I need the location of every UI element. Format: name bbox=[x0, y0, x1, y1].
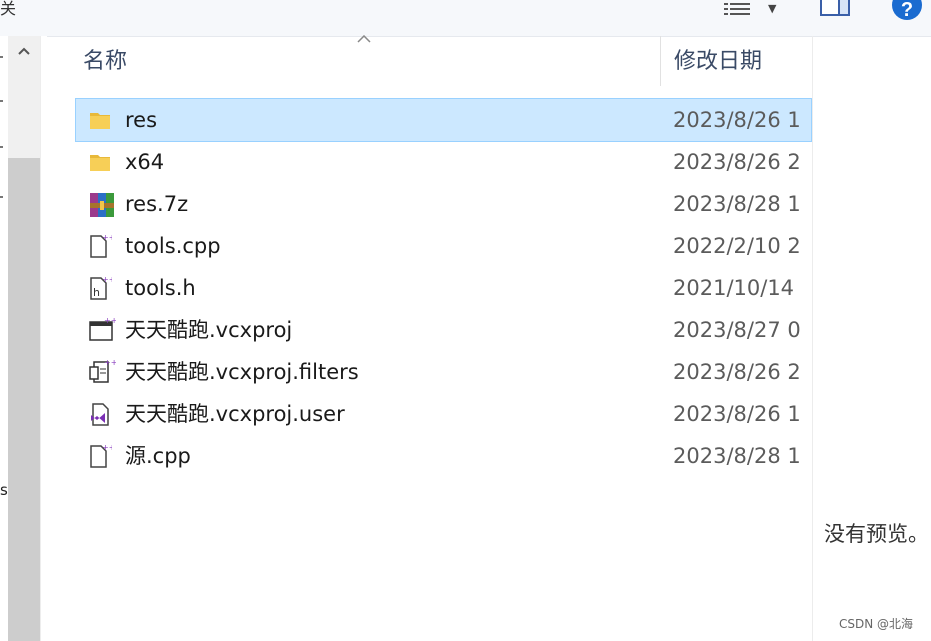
nav-item-fragment: s bbox=[0, 481, 8, 499]
file-name: res.7z bbox=[125, 192, 189, 216]
file-row[interactable]: ++ tools.cpp 2022/2/10 2 bbox=[76, 225, 811, 267]
view-dropdown-icon[interactable]: ▼ bbox=[768, 2, 776, 15]
file-row[interactable]: h++ tools.h 2021/10/14 bbox=[76, 267, 811, 309]
header-file-icon: h++ bbox=[88, 275, 115, 301]
file-row[interactable]: x64 2023/8/26 2 bbox=[76, 141, 811, 183]
file-list: res 2023/8/26 1 x64 2023/8/26 2 res.7z 2023/8… bbox=[75, 98, 812, 477]
help-icon[interactable]: ? bbox=[892, 0, 922, 21]
archive-icon bbox=[88, 191, 114, 217]
nav-scrollbar[interactable] bbox=[8, 36, 40, 641]
toolbar: 关 ▼ ? bbox=[0, 0, 931, 37]
file-modified-date: 2023/8/26 2 bbox=[673, 150, 801, 174]
file-name: 源.cpp bbox=[125, 444, 191, 468]
svg-text:++: ++ bbox=[102, 443, 112, 452]
file-name: tools.cpp bbox=[125, 234, 221, 258]
nav-tick bbox=[0, 56, 3, 58]
preview-empty-text: 没有预览。 bbox=[824, 522, 929, 546]
column-divider[interactable] bbox=[660, 36, 661, 86]
file-name: tools.h bbox=[125, 276, 196, 300]
preview-pane-divider bbox=[812, 36, 813, 641]
folder-icon bbox=[88, 149, 112, 175]
column-header-row: 名称 修改日期 bbox=[46, 34, 812, 90]
folder-icon bbox=[88, 107, 112, 133]
nav-tick bbox=[0, 100, 3, 102]
filters-file-icon: ++ bbox=[88, 358, 117, 385]
nav-tick bbox=[0, 146, 3, 148]
view-details-icon[interactable] bbox=[724, 1, 752, 21]
file-name: 天天酷跑.vcxproj bbox=[125, 318, 293, 342]
svg-text:++: ++ bbox=[102, 275, 112, 284]
file-modified-date: 2023/8/26 2 bbox=[673, 360, 801, 384]
file-modified-date: 2023/8/26 1 bbox=[673, 108, 801, 132]
cpp-file-icon: ++ bbox=[88, 443, 115, 469]
column-header-modified[interactable]: 修改日期 bbox=[674, 48, 762, 76]
svg-text:++: ++ bbox=[102, 233, 112, 242]
file-modified-date: 2023/8/28 1 bbox=[673, 444, 801, 468]
file-row[interactable]: res 2023/8/26 1 bbox=[75, 98, 812, 142]
file-row[interactable]: ++ 源.cpp 2023/8/28 1 bbox=[76, 435, 811, 477]
scrollbar-thumb[interactable] bbox=[8, 158, 40, 641]
scroll-up-arrow-icon[interactable] bbox=[18, 44, 30, 58]
svg-text:++: ++ bbox=[104, 317, 116, 325]
vcxproj-icon: ++ bbox=[88, 316, 117, 343]
nav-tick bbox=[0, 196, 3, 198]
file-row[interactable]: ++ 天天酷跑.vcxproj 2023/8/27 0 bbox=[76, 309, 811, 351]
file-name: 天天酷跑.vcxproj.filters bbox=[125, 360, 359, 384]
preview-pane-icon[interactable] bbox=[820, 0, 850, 16]
column-header-name[interactable]: 名称 bbox=[83, 48, 127, 76]
sort-ascending-icon bbox=[357, 32, 371, 46]
vs-user-file-icon bbox=[88, 401, 112, 427]
file-modified-date: 2023/8/26 1 bbox=[673, 402, 801, 426]
window-title-fragment: 关 bbox=[0, 0, 17, 18]
file-modified-date: 2023/8/27 0 bbox=[673, 318, 801, 342]
navigation-pane: s bbox=[0, 36, 8, 641]
watermark: CSDN @北海 bbox=[839, 617, 914, 631]
cpp-file-icon: ++ bbox=[88, 233, 115, 259]
file-name: res bbox=[125, 108, 158, 132]
file-modified-date: 2021/10/14 bbox=[673, 276, 795, 300]
file-row[interactable]: ++ 天天酷跑.vcxproj.filters 2023/8/26 2 bbox=[76, 351, 811, 393]
file-name: x64 bbox=[125, 150, 165, 174]
file-modified-date: 2023/8/28 1 bbox=[673, 192, 801, 216]
file-row[interactable]: res.7z 2023/8/28 1 bbox=[76, 183, 811, 225]
file-row[interactable]: 天天酷跑.vcxproj.user 2023/8/26 1 bbox=[76, 393, 811, 435]
file-modified-date: 2022/2/10 2 bbox=[673, 234, 801, 258]
svg-text:++: ++ bbox=[104, 359, 116, 367]
svg-text:h: h bbox=[93, 286, 100, 299]
file-name: 天天酷跑.vcxproj.user bbox=[125, 402, 345, 426]
pane-divider bbox=[40, 36, 47, 641]
